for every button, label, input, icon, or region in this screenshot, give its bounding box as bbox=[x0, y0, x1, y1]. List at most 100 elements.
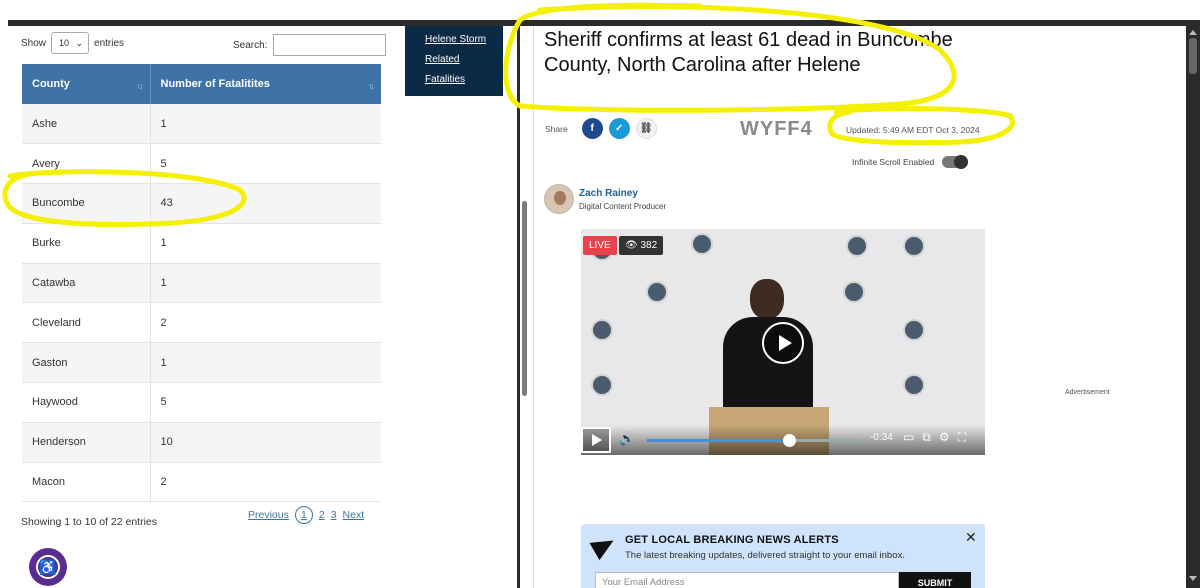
backdrop-logo bbox=[591, 374, 613, 396]
close-icon[interactable]: ✕ bbox=[965, 529, 977, 546]
progress-knob[interactable] bbox=[782, 434, 796, 447]
updated-timestamp: Updated: 5:49 AM EDT Oct 3, 2024 bbox=[846, 125, 980, 135]
table-row: Avery 5 bbox=[22, 143, 381, 185]
accessibility-button[interactable]: ♿ bbox=[29, 548, 67, 586]
article-headline: Sheriff confirms at least 61 dead in Bun… bbox=[544, 29, 953, 76]
news-alert-signup: GET LOCAL BREAKING NEWS ALERTS The lates… bbox=[581, 524, 985, 588]
video-control-icons: ▭ ⧉ ⚙ ⛶ bbox=[903, 430, 966, 445]
volume-icon[interactable]: 🔊 bbox=[619, 431, 635, 447]
search-input[interactable] bbox=[273, 34, 387, 56]
alert-subtitle: The latest breaking updates, delivered s… bbox=[625, 550, 905, 561]
backdrop-logo bbox=[691, 233, 713, 255]
next-link[interactable]: Next bbox=[343, 509, 365, 521]
county-cell: Haywood bbox=[22, 382, 151, 423]
fatalities-cell: 1 bbox=[150, 263, 381, 304]
alert-title: GET LOCAL BREAKING NEWS ALERTS bbox=[625, 534, 839, 546]
screenshot-root: Show 10 ⌄ entries Search: County ↑↓ Numbe… bbox=[0, 0, 1200, 588]
fatalities-cell: 5 bbox=[150, 382, 381, 423]
infinite-scroll-toggle[interactable] bbox=[942, 155, 969, 169]
table-row: Cleveland 2 bbox=[22, 302, 381, 344]
video-player[interactable]: LIVE 👁 382 🔊 -0:34 ▭ ⧉ ⚙ ⛶ bbox=[581, 229, 985, 455]
author-name[interactable]: Zach Rainey bbox=[579, 188, 666, 199]
table-search: Search: bbox=[233, 34, 387, 56]
sort-icon: ↑↓ bbox=[368, 81, 375, 91]
entries-label: entries bbox=[94, 37, 125, 49]
fullscreen-icon[interactable]: ⛶ bbox=[958, 430, 966, 445]
settings-icon[interactable]: ⚙ bbox=[939, 430, 950, 445]
backdrop-logo bbox=[591, 319, 613, 341]
nav-link-related[interactable]: Related bbox=[425, 54, 503, 65]
table-info: Showing 1 to 10 of 22 entries bbox=[21, 516, 158, 528]
advertisement-label: Advertisement bbox=[1065, 389, 1110, 396]
fatalities-cell: 1 bbox=[150, 223, 381, 264]
pip-icon[interactable]: ⧉ bbox=[922, 430, 931, 445]
table-row: Macon 2 bbox=[22, 462, 381, 503]
fatalities-cell: 2 bbox=[150, 302, 381, 344]
column-header-fatalities[interactable]: Number of Fatalitites ↑↓ bbox=[150, 64, 381, 104]
fatalities-cell: 10 bbox=[150, 422, 381, 463]
progress-bar[interactable] bbox=[647, 434, 859, 447]
sort-icon: ↑↓ bbox=[136, 81, 144, 91]
submit-button[interactable]: SUBMIT bbox=[899, 572, 971, 588]
show-label: Show bbox=[21, 37, 47, 49]
county-cell: Cleveland bbox=[22, 302, 151, 344]
station-logo: WYFF4 bbox=[740, 118, 813, 140]
big-play-button[interactable] bbox=[762, 322, 804, 364]
paper-plane-icon bbox=[589, 531, 619, 561]
fatalities-table-panel: Show 10 ⌄ entries Search: County ↑↓ Numbe… bbox=[0, 26, 404, 588]
page-3-link[interactable]: 3 bbox=[331, 509, 337, 521]
page-length-select[interactable]: 10 ⌄ bbox=[51, 32, 90, 54]
fatalities-cell: 5 bbox=[150, 143, 381, 185]
table-row: Burke 1 bbox=[22, 223, 381, 264]
page-2-link[interactable]: 2 bbox=[319, 509, 325, 521]
backdrop-logo bbox=[846, 235, 868, 257]
play-button[interactable] bbox=[581, 427, 611, 453]
right-scrollbar[interactable] bbox=[1186, 26, 1200, 588]
county-cell: Gaston bbox=[22, 342, 151, 384]
video-controls: 🔊 -0:34 ▭ ⧉ ⚙ ⛶ bbox=[581, 425, 985, 455]
fatalities-table: County ↑↓ Number of Fatalitites ↑↓ Ashe 1 A… bbox=[22, 64, 381, 503]
twitter-icon[interactable]: ✓ bbox=[608, 118, 630, 139]
story-nav: Helene Storm Related Fatalities bbox=[405, 26, 503, 96]
captions-icon[interactable]: ▭ bbox=[903, 430, 914, 445]
avatar bbox=[544, 184, 574, 214]
county-cell: Catawba bbox=[22, 263, 151, 304]
live-badge: LIVE bbox=[583, 236, 617, 255]
table-row: Henderson 10 bbox=[22, 422, 381, 463]
chevron-down-icon: ⌄ bbox=[75, 37, 84, 48]
facebook-icon[interactable]: f bbox=[581, 118, 603, 139]
backdrop-logo bbox=[646, 281, 668, 303]
left-scrollbar[interactable] bbox=[517, 26, 534, 588]
page-1-link[interactable]: 1 bbox=[294, 506, 313, 524]
county-cell: Burke bbox=[22, 223, 151, 264]
link-icon[interactable]: ⛓ bbox=[635, 118, 657, 139]
page-length-control: Show 10 ⌄ entries bbox=[21, 32, 124, 54]
scroll-up-icon[interactable] bbox=[1189, 30, 1197, 35]
table-row: Ashe 1 bbox=[22, 104, 381, 145]
email-field[interactable]: Your Email Address bbox=[595, 572, 899, 588]
top-bar bbox=[0, 0, 1200, 28]
nav-link-helene-storm[interactable]: Helene Storm bbox=[425, 34, 503, 45]
article-panel: Sheriff confirms at least 61 dead in Bun… bbox=[533, 26, 1186, 588]
infinite-scroll-setting: Infinite Scroll Enabled bbox=[852, 155, 969, 169]
author-byline: Zach Rainey Digital Content Producer bbox=[544, 184, 666, 214]
county-cell: Buncombe bbox=[22, 183, 151, 224]
column-header-county[interactable]: County ↑↓ bbox=[22, 64, 151, 104]
scrollbar-thumb[interactable] bbox=[522, 201, 527, 396]
county-cell: Henderson bbox=[22, 422, 151, 463]
fatalities-cell: 2 bbox=[150, 462, 381, 503]
share-row: Share f ✓ ⛓ bbox=[545, 118, 657, 139]
fatalities-cell: 1 bbox=[150, 342, 381, 384]
county-cell: Macon bbox=[22, 462, 151, 503]
backdrop-logo bbox=[903, 319, 925, 341]
time-remaining: -0:34 bbox=[870, 432, 893, 443]
share-label: Share bbox=[545, 123, 568, 134]
column-header-label: Number of Fatalitites bbox=[160, 78, 270, 90]
fatalities-cell: 43 bbox=[150, 183, 381, 224]
county-cell: Avery bbox=[22, 143, 151, 185]
scrollbar-thumb[interactable] bbox=[1189, 38, 1197, 74]
previous-link[interactable]: Previous bbox=[248, 509, 289, 521]
scroll-down-icon[interactable] bbox=[1189, 576, 1197, 581]
nav-link-fatalities[interactable]: Fatalities bbox=[425, 74, 503, 85]
table-row: Catawba 1 bbox=[22, 263, 381, 304]
